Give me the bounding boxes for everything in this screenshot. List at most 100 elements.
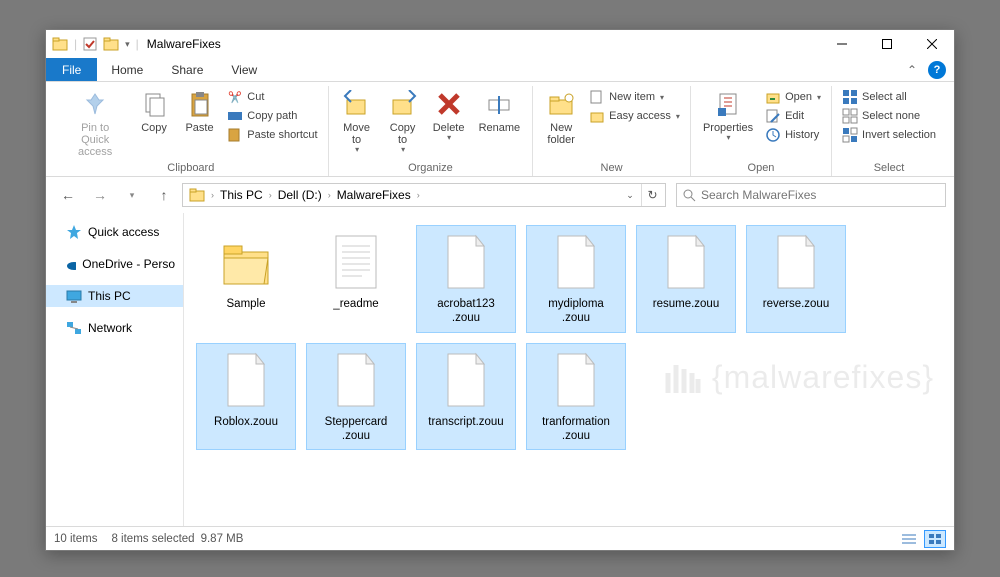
file-name: acrobat123.zouu [437, 298, 495, 326]
move-to-button[interactable]: Move to▾ [335, 86, 379, 157]
address-bar[interactable]: › This PC› Dell (D:)› MalwareFixes› ⌄ ↻ [182, 183, 666, 207]
minimize-button[interactable] [819, 30, 864, 58]
tab-home[interactable]: Home [97, 58, 157, 81]
cloud-icon [66, 256, 76, 272]
properties-button[interactable]: Properties▾ [697, 86, 759, 145]
copy-to-button[interactable]: Copy to▾ [381, 86, 425, 157]
open-button[interactable]: Open▾ [761, 88, 825, 106]
checkbox-icon[interactable] [83, 37, 97, 51]
invert-selection-icon [842, 127, 858, 143]
delete-icon [433, 88, 465, 120]
pin-to-quick-access-button[interactable]: Pin to Quick access [60, 86, 130, 160]
breadcrumb-segment[interactable]: Dell (D:) [274, 188, 326, 202]
search-icon [677, 188, 701, 202]
ribbon-group-new: New folder New item▾ Easy access▾ New [533, 86, 691, 176]
file-item[interactable]: _readme [306, 225, 406, 333]
file-thumb [654, 230, 718, 294]
file-item[interactable]: resume.zouu [636, 225, 736, 333]
delete-button[interactable]: Delete▾ [427, 86, 471, 145]
tab-share[interactable]: Share [157, 58, 217, 81]
file-item[interactable]: transcript.zouu [416, 343, 516, 451]
sidebar-item-onedrive[interactable]: OneDrive - Perso [46, 253, 183, 275]
cut-button[interactable]: ✂️Cut [223, 88, 321, 106]
tab-file[interactable]: File [46, 58, 97, 81]
file-name: tranformation.zouu [542, 416, 610, 444]
ribbon: Pin to Quick access Copy Paste ✂️Cut Cop… [46, 82, 954, 177]
sidebar-item-this-pc[interactable]: This PC [46, 285, 183, 307]
file-thumb [214, 230, 278, 294]
details-view-button[interactable] [898, 530, 920, 548]
recent-locations-button[interactable]: ▾ [118, 181, 146, 209]
edit-icon [765, 108, 781, 124]
file-item[interactable]: mydiploma.zouu [526, 225, 626, 333]
file-name: transcript.zouu [428, 416, 503, 430]
search-box[interactable] [676, 183, 946, 207]
ribbon-tabs: File Home Share View ⌃ ? [46, 58, 954, 82]
edit-button[interactable]: Edit [761, 107, 825, 125]
history-button[interactable]: History [761, 126, 825, 144]
maximize-button[interactable] [864, 30, 909, 58]
status-item-count: 10 items [54, 533, 97, 545]
file-item[interactable]: acrobat123.zouu [416, 225, 516, 333]
close-button[interactable] [909, 30, 954, 58]
file-item[interactable]: Steppercard.zouu [306, 343, 406, 451]
file-list[interactable]: Sample _readme acrobat123.zouu mydiploma.zo… [184, 213, 954, 526]
file-item[interactable]: reverse.zouu [746, 225, 846, 333]
rename-icon [483, 88, 515, 120]
forward-button[interactable]: → [86, 181, 114, 209]
file-thumb [324, 348, 388, 412]
sidebar-item-network[interactable]: Network [46, 317, 183, 339]
select-none-button[interactable]: Select none [838, 107, 940, 125]
file-item[interactable]: Roblox.zouu [196, 343, 296, 451]
file-name: reverse.zouu [763, 298, 829, 312]
sidebar-item-quick-access[interactable]: Quick access [46, 221, 183, 243]
ribbon-group-open: Properties▾ Open▾ Edit History Open [691, 86, 832, 176]
search-input[interactable] [701, 188, 945, 202]
breadcrumb-segment[interactable]: MalwareFixes [333, 188, 415, 202]
file-item[interactable]: tranformation.zouu [526, 343, 626, 451]
refresh-button[interactable]: ↻ [641, 184, 663, 206]
tab-view[interactable]: View [217, 58, 271, 81]
file-thumb [324, 230, 388, 294]
select-all-icon [842, 89, 858, 105]
ribbon-group-select: Select all Select none Invert selection … [832, 86, 946, 176]
file-thumb [544, 348, 608, 412]
paste-shortcut-button[interactable]: Paste shortcut [223, 126, 321, 144]
paste-button[interactable]: Paste [178, 86, 221, 136]
folder-icon [189, 187, 205, 203]
file-name: _readme [333, 298, 378, 312]
network-icon [66, 320, 82, 336]
collapse-ribbon-button[interactable]: ⌃ [900, 58, 924, 81]
file-item[interactable]: Sample [196, 225, 296, 333]
star-icon [66, 224, 82, 240]
copy-path-button[interactable]: Copy path [223, 107, 321, 125]
explorer-window: | ▾ | MalwareFixes File Home Share View … [45, 29, 955, 551]
file-thumb [434, 348, 498, 412]
address-dropdown-button[interactable]: ⌄ [621, 190, 639, 201]
help-button[interactable]: ? [928, 61, 946, 79]
status-size: 9.87 MB [201, 533, 244, 545]
back-button[interactable]: ← [54, 181, 82, 209]
new-folder-button[interactable]: New folder [539, 86, 583, 148]
copy-to-icon [387, 88, 419, 120]
status-bar: 10 items 8 items selected 9.87 MB [46, 526, 954, 550]
select-all-button[interactable]: Select all [838, 88, 940, 106]
history-icon [765, 127, 781, 143]
file-name: resume.zouu [653, 298, 719, 312]
folder-icon [52, 36, 68, 52]
rename-button[interactable]: Rename [473, 86, 527, 136]
copy-path-icon [227, 108, 243, 124]
easy-access-button[interactable]: Easy access▾ [585, 107, 684, 125]
up-button[interactable]: ↑ [150, 181, 178, 209]
select-none-icon [842, 108, 858, 124]
copy-button[interactable]: Copy [132, 86, 175, 136]
title-bar: | ▾ | MalwareFixes [46, 30, 954, 58]
breadcrumb-segment[interactable]: This PC [216, 188, 267, 202]
ribbon-group-clipboard: Pin to Quick access Copy Paste ✂️Cut Cop… [54, 86, 329, 176]
invert-selection-button[interactable]: Invert selection [838, 126, 940, 144]
large-icons-view-button[interactable] [924, 530, 946, 548]
pin-icon [79, 88, 111, 120]
new-item-button[interactable]: New item▾ [585, 88, 684, 106]
body: Quick access OneDrive - Perso This PC Ne… [46, 213, 954, 526]
new-item-icon [589, 89, 605, 105]
